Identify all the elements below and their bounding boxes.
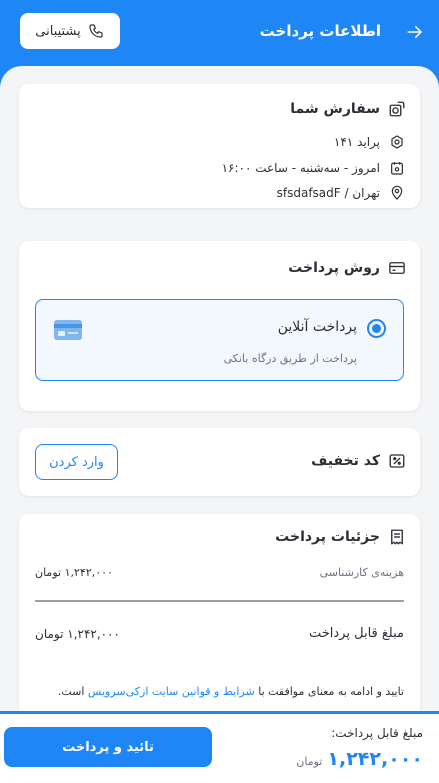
payable-row: مبلغ قابل پرداخت ۱,۲۴۲,۰۰۰ تومان — [35, 626, 404, 641]
car-icon — [388, 100, 406, 118]
order-item-location-text: تهران / sfsdafsadF — [276, 186, 380, 200]
details-title: جزئیات پرداخت — [275, 529, 380, 545]
bottom-bar: مبلغ قابل پرداخت: ۱,۲۴۲,۰۰۰ تومان تائید … — [0, 711, 439, 783]
order-title: سفارش شما — [290, 101, 380, 117]
payment-method-title: روش پرداخت — [288, 260, 380, 276]
payable-label: مبلغ قابل پرداخت — [308, 626, 404, 641]
support-button[interactable]: پشتیبانی — [20, 13, 120, 49]
header-bar: اطلاعات پرداخت پشتیبانی — [0, 0, 439, 66]
order-item-car-text: پراید ۱۴۱ — [333, 135, 380, 149]
calendar-icon — [388, 159, 406, 177]
total-label: مبلغ قابل پرداخت: — [331, 726, 423, 740]
discount-icon — [388, 452, 406, 470]
details-divider — [35, 600, 404, 602]
payment-details-card: جزئیات پرداخت هزینه‌ی کارشناسی ۱,۲۴۲,۰۰۰… — [19, 514, 420, 734]
gear-icon — [388, 133, 406, 151]
enter-discount-button[interactable]: وارد کردن — [35, 444, 118, 480]
payable-value: ۱,۲۴۲,۰۰۰ تومان — [35, 626, 120, 641]
back-button[interactable] — [401, 18, 429, 46]
arrow-right-icon — [406, 23, 424, 41]
terms-suffix: است. — [57, 685, 85, 698]
wallet-card-icon — [388, 259, 406, 277]
order-item-car: پراید ۱۴۱ — [334, 133, 406, 151]
order-card: سفارش شما پراید ۱۴۱ امروز - سه‌شنبه - سا… — [19, 84, 420, 208]
fee-row: هزینه‌ی کارشناسی ۱,۲۴۲,۰۰۰ تومان — [35, 566, 404, 579]
discount-card: کد تخفیف وارد کردن — [19, 428, 420, 496]
order-item-location: تهران / sfsdafsadF — [277, 184, 406, 202]
terms-prefix: تایید و ادامه به معنای موافقت با — [258, 685, 404, 698]
order-header: سفارش شما — [290, 100, 406, 118]
total-value: ۱,۲۴۲,۰۰۰ — [327, 748, 423, 770]
details-header: جزئیات پرداخت — [275, 528, 406, 546]
fee-value: ۱,۲۴۲,۰۰۰ تومان — [35, 566, 113, 579]
payment-method-header: روش پرداخت — [288, 259, 406, 277]
terms-text: تایید و ادامه به معنای موافقت با شرایط و… — [27, 685, 404, 698]
location-pin-icon — [388, 184, 406, 202]
total-amount: ۱,۲۴۲,۰۰۰ تومان — [296, 748, 423, 770]
content-sheet: سفارش شما پراید ۱۴۱ امروز - سه‌شنبه - سا… — [0, 66, 439, 783]
payment-option-online[interactable]: پرداخت آنلاین پرداخت از طریق درگاه بانکی — [35, 299, 404, 381]
discount-title: کد تخفیف — [311, 453, 380, 469]
support-label: پشتیبانی — [35, 23, 81, 39]
order-item-time-text: امروز - سه‌شنبه - ساعت ۱۶:۰۰ — [221, 161, 380, 175]
radio-selected-dot — [372, 324, 381, 333]
bank-card-icon — [54, 320, 82, 344]
order-item-time: امروز - سه‌شنبه - ساعت ۱۶:۰۰ — [222, 159, 406, 177]
total-unit: تومان — [296, 755, 323, 768]
payment-method-card: روش پرداخت پرداخت آنلاین پرداخت از طریق … — [19, 241, 420, 411]
payment-option-name: پرداخت آنلاین — [277, 319, 357, 335]
fee-label: هزینه‌ی کارشناسی — [319, 566, 404, 579]
receipt-icon — [388, 528, 406, 546]
payment-option-desc: پرداخت از طریق درگاه بانکی — [223, 352, 357, 365]
discount-header: کد تخفیف — [311, 452, 406, 470]
terms-link[interactable]: شرایط و قوانین سایت ازکی‌سرویس — [88, 685, 255, 698]
page-title: اطلاعات پرداخت — [259, 22, 381, 40]
confirm-pay-button[interactable]: تائید و پرداخت — [4, 727, 212, 767]
payment-option-radio[interactable] — [367, 319, 386, 338]
phone-icon — [87, 22, 105, 40]
